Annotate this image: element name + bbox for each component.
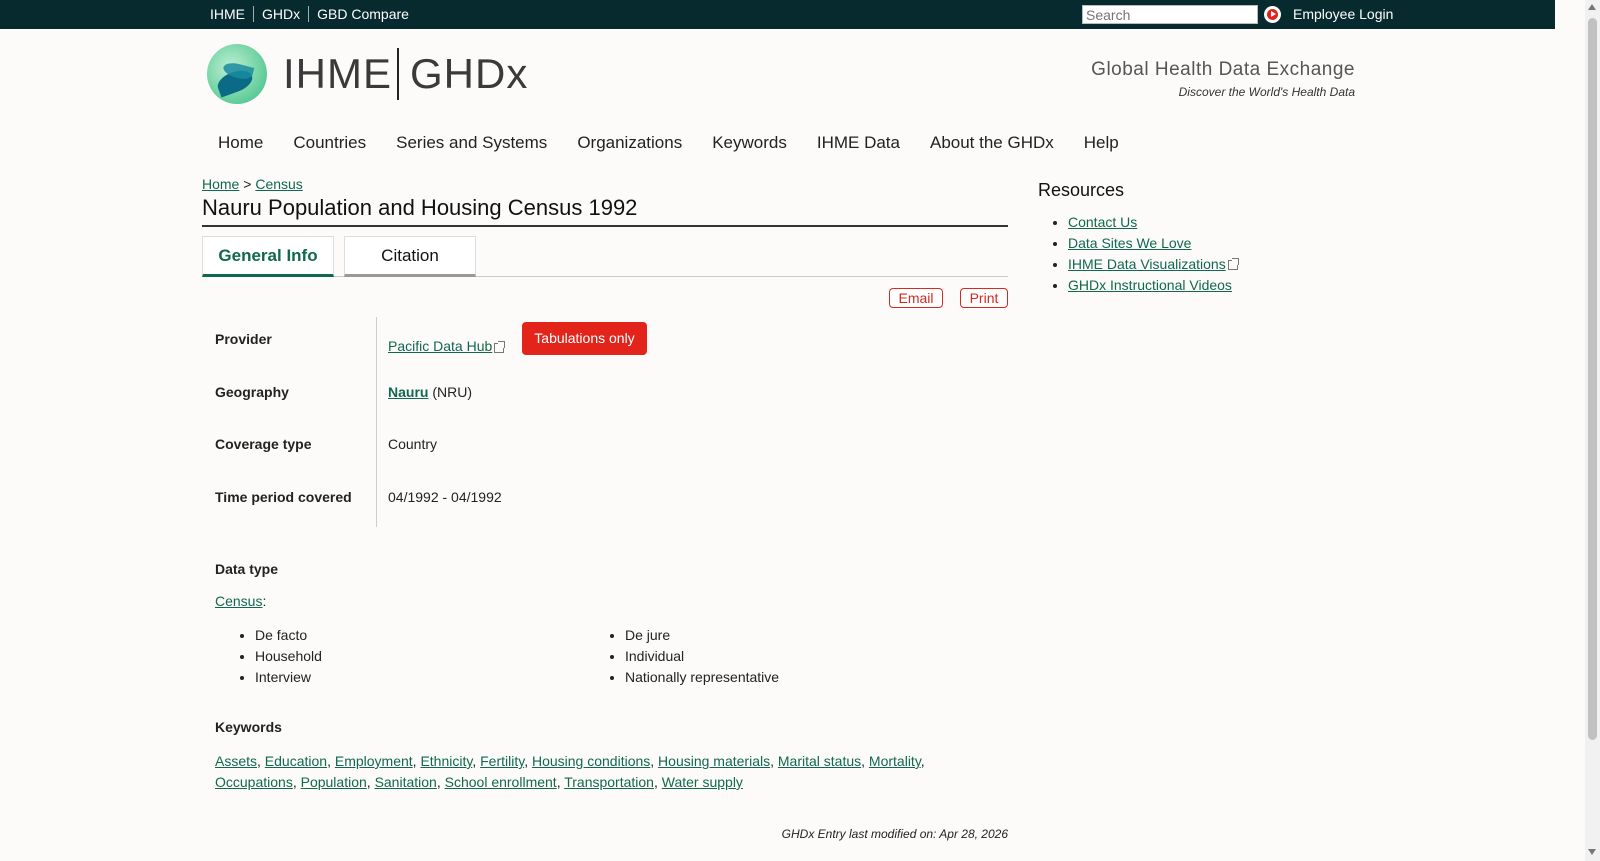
keyword-link[interactable]: Occupations — [215, 774, 293, 790]
tab-bar: General Info Citation — [202, 236, 1008, 277]
geography-value: Nauru (NRU) — [388, 384, 472, 400]
keyword-link[interactable]: Marital status — [778, 753, 861, 769]
info-row-geography: Geography Nauru (NRU) — [202, 370, 1008, 423]
top-bar: IHME GHDx GBD Compare Employee Login — [0, 0, 1555, 29]
page-title: Nauru Population and Housing Census 1992 — [202, 195, 1008, 227]
top-link-ihme[interactable]: IHME — [210, 6, 253, 22]
keyword-link[interactable]: Mortality — [869, 753, 921, 769]
resources-heading: Resources — [1038, 180, 1125, 200]
nav-series-and-systems[interactable]: Series and Systems — [396, 133, 547, 153]
page-scrollbar[interactable] — [1585, 0, 1600, 861]
info-row-provider: Provider Pacific Data Hub Tabulations onl… — [202, 317, 1008, 370]
provider-label: Provider — [215, 331, 272, 347]
nav-countries[interactable]: Countries — [293, 133, 366, 153]
data-type-census: Census: — [215, 593, 267, 609]
nav-help[interactable]: Help — [1084, 133, 1119, 153]
top-links: IHME GHDx GBD Compare — [210, 6, 417, 22]
data-type-list-right: De jure Individual Nationally representa… — [625, 627, 779, 690]
nav-home[interactable]: Home — [218, 133, 263, 153]
keyword-link[interactable]: Education — [265, 753, 327, 769]
search-input[interactable] — [1082, 5, 1258, 24]
geography-label: Geography — [215, 383, 289, 400]
breadcrumb-separator: > — [243, 176, 252, 192]
external-link-icon — [1227, 258, 1239, 271]
keyword-link[interactable]: Transportation — [564, 774, 654, 790]
tab-citation[interactable]: Citation — [344, 236, 476, 277]
logo-ghdx-text: GHDx — [410, 50, 529, 97]
keyword-link[interactable]: Sanitation — [375, 774, 437, 790]
print-button[interactable]: Print — [960, 288, 1008, 308]
list-item: Individual — [625, 648, 779, 669]
keyword-link[interactable]: Housing materials — [658, 753, 770, 769]
logo-ihme-text: IHME — [283, 50, 392, 97]
resource-item: Contact Us — [1068, 214, 1238, 235]
scroll-up-icon[interactable] — [1588, 4, 1596, 10]
site-logo[interactable]: IHME GHDx — [207, 44, 527, 104]
email-button[interactable]: Email — [889, 288, 943, 308]
site-tagline: Global Health Data Exchange Discover the… — [1091, 59, 1355, 99]
scroll-down-icon[interactable] — [1588, 849, 1596, 855]
last-modified-note: GHDx Entry last modified on: Apr 28, 202… — [781, 827, 1008, 841]
data-type-heading: Data type — [215, 561, 279, 577]
breadcrumb: Home > Census — [202, 176, 303, 192]
data-type-list-left: De facto Household Interview — [255, 627, 322, 690]
employee-login-link[interactable]: Employee Login — [1293, 6, 1393, 22]
search-submit-icon[interactable] — [1264, 6, 1281, 23]
resource-item: Data Sites We Love — [1068, 235, 1238, 256]
provider-link[interactable]: Pacific Data Hub — [388, 338, 492, 354]
resource-contact-us[interactable]: Contact Us — [1068, 214, 1137, 230]
record-info-table: Provider Pacific Data Hub Tabulations onl… — [202, 317, 1008, 527]
list-item: Household — [255, 648, 322, 669]
nav-about-the-ghdx[interactable]: About the GHDx — [930, 133, 1054, 153]
keyword-link[interactable]: Water supply — [662, 774, 743, 790]
resource-item: IHME Data Visualizations — [1068, 256, 1239, 277]
nav-ihme-data[interactable]: IHME Data — [817, 133, 900, 153]
census-link[interactable]: Census — [215, 593, 262, 609]
breadcrumb-census[interactable]: Census — [255, 176, 302, 192]
list-item: Nationally representative — [625, 669, 779, 690]
tagline-title: Global Health Data Exchange — [1091, 59, 1355, 80]
scrollbar-thumb[interactable] — [1588, 18, 1597, 740]
keyword-link[interactable]: Fertility — [480, 753, 524, 769]
info-row-time-period: Time period covered 04/1992 - 04/1992 — [202, 475, 1008, 528]
time-period-value: 04/1992 - 04/1992 — [388, 488, 502, 505]
geography-code: (NRU) — [432, 383, 472, 400]
tab-general-info[interactable]: General Info — [202, 236, 334, 277]
resource-instructional-videos[interactable]: GHDx Instructional Videos — [1068, 277, 1232, 293]
logo-divider — [397, 48, 399, 100]
keyword-link[interactable]: Ethnicity — [420, 753, 472, 769]
nav-keywords[interactable]: Keywords — [712, 133, 787, 153]
keyword-link[interactable]: Employment — [335, 753, 413, 769]
breadcrumb-home[interactable]: Home — [202, 176, 239, 192]
keyword-link[interactable]: Population — [301, 774, 367, 790]
resource-item: GHDx Instructional Videos — [1068, 277, 1238, 298]
nav-organizations[interactable]: Organizations — [577, 133, 682, 153]
keyword-link[interactable]: Housing conditions — [532, 753, 650, 769]
keywords-list: Assets, Education, Employment, Ethnicity… — [215, 753, 925, 790]
list-item: De facto — [255, 627, 322, 648]
top-link-gbd-compare[interactable]: GBD Compare — [308, 6, 417, 22]
info-row-coverage: Coverage type Country — [202, 422, 1008, 475]
ihme-logo-icon — [207, 44, 267, 104]
resource-ihme-visualizations[interactable]: IHME Data Visualizations — [1068, 256, 1226, 272]
list-item: De jure — [625, 627, 779, 648]
keyword-link[interactable]: Assets — [215, 753, 257, 769]
resource-data-sites[interactable]: Data Sites We Love — [1068, 235, 1191, 251]
provider-value: Pacific Data Hub Tabulations only — [388, 322, 647, 364]
external-link-icon — [494, 340, 506, 353]
coverage-value: Country — [388, 436, 438, 452]
time-period-label: Time period covered — [215, 488, 352, 505]
tabulations-only-badge[interactable]: Tabulations only — [522, 322, 647, 355]
tagline-subtitle: Discover the World's Health Data — [1178, 85, 1355, 99]
resources-list: Contact Us Data Sites We Love IHME Data … — [1068, 214, 1239, 298]
main-nav: Home Countries Series and Systems Organi… — [218, 133, 1149, 153]
list-item: Interview — [255, 669, 322, 690]
geography-link[interactable]: Nauru — [388, 384, 428, 400]
keywords-heading: Keywords — [215, 719, 282, 735]
top-link-ghdx[interactable]: GHDx — [253, 6, 308, 22]
coverage-label: Coverage type — [215, 436, 312, 452]
keyword-link[interactable]: School enrollment — [445, 774, 557, 790]
play-icon — [1271, 11, 1276, 17]
